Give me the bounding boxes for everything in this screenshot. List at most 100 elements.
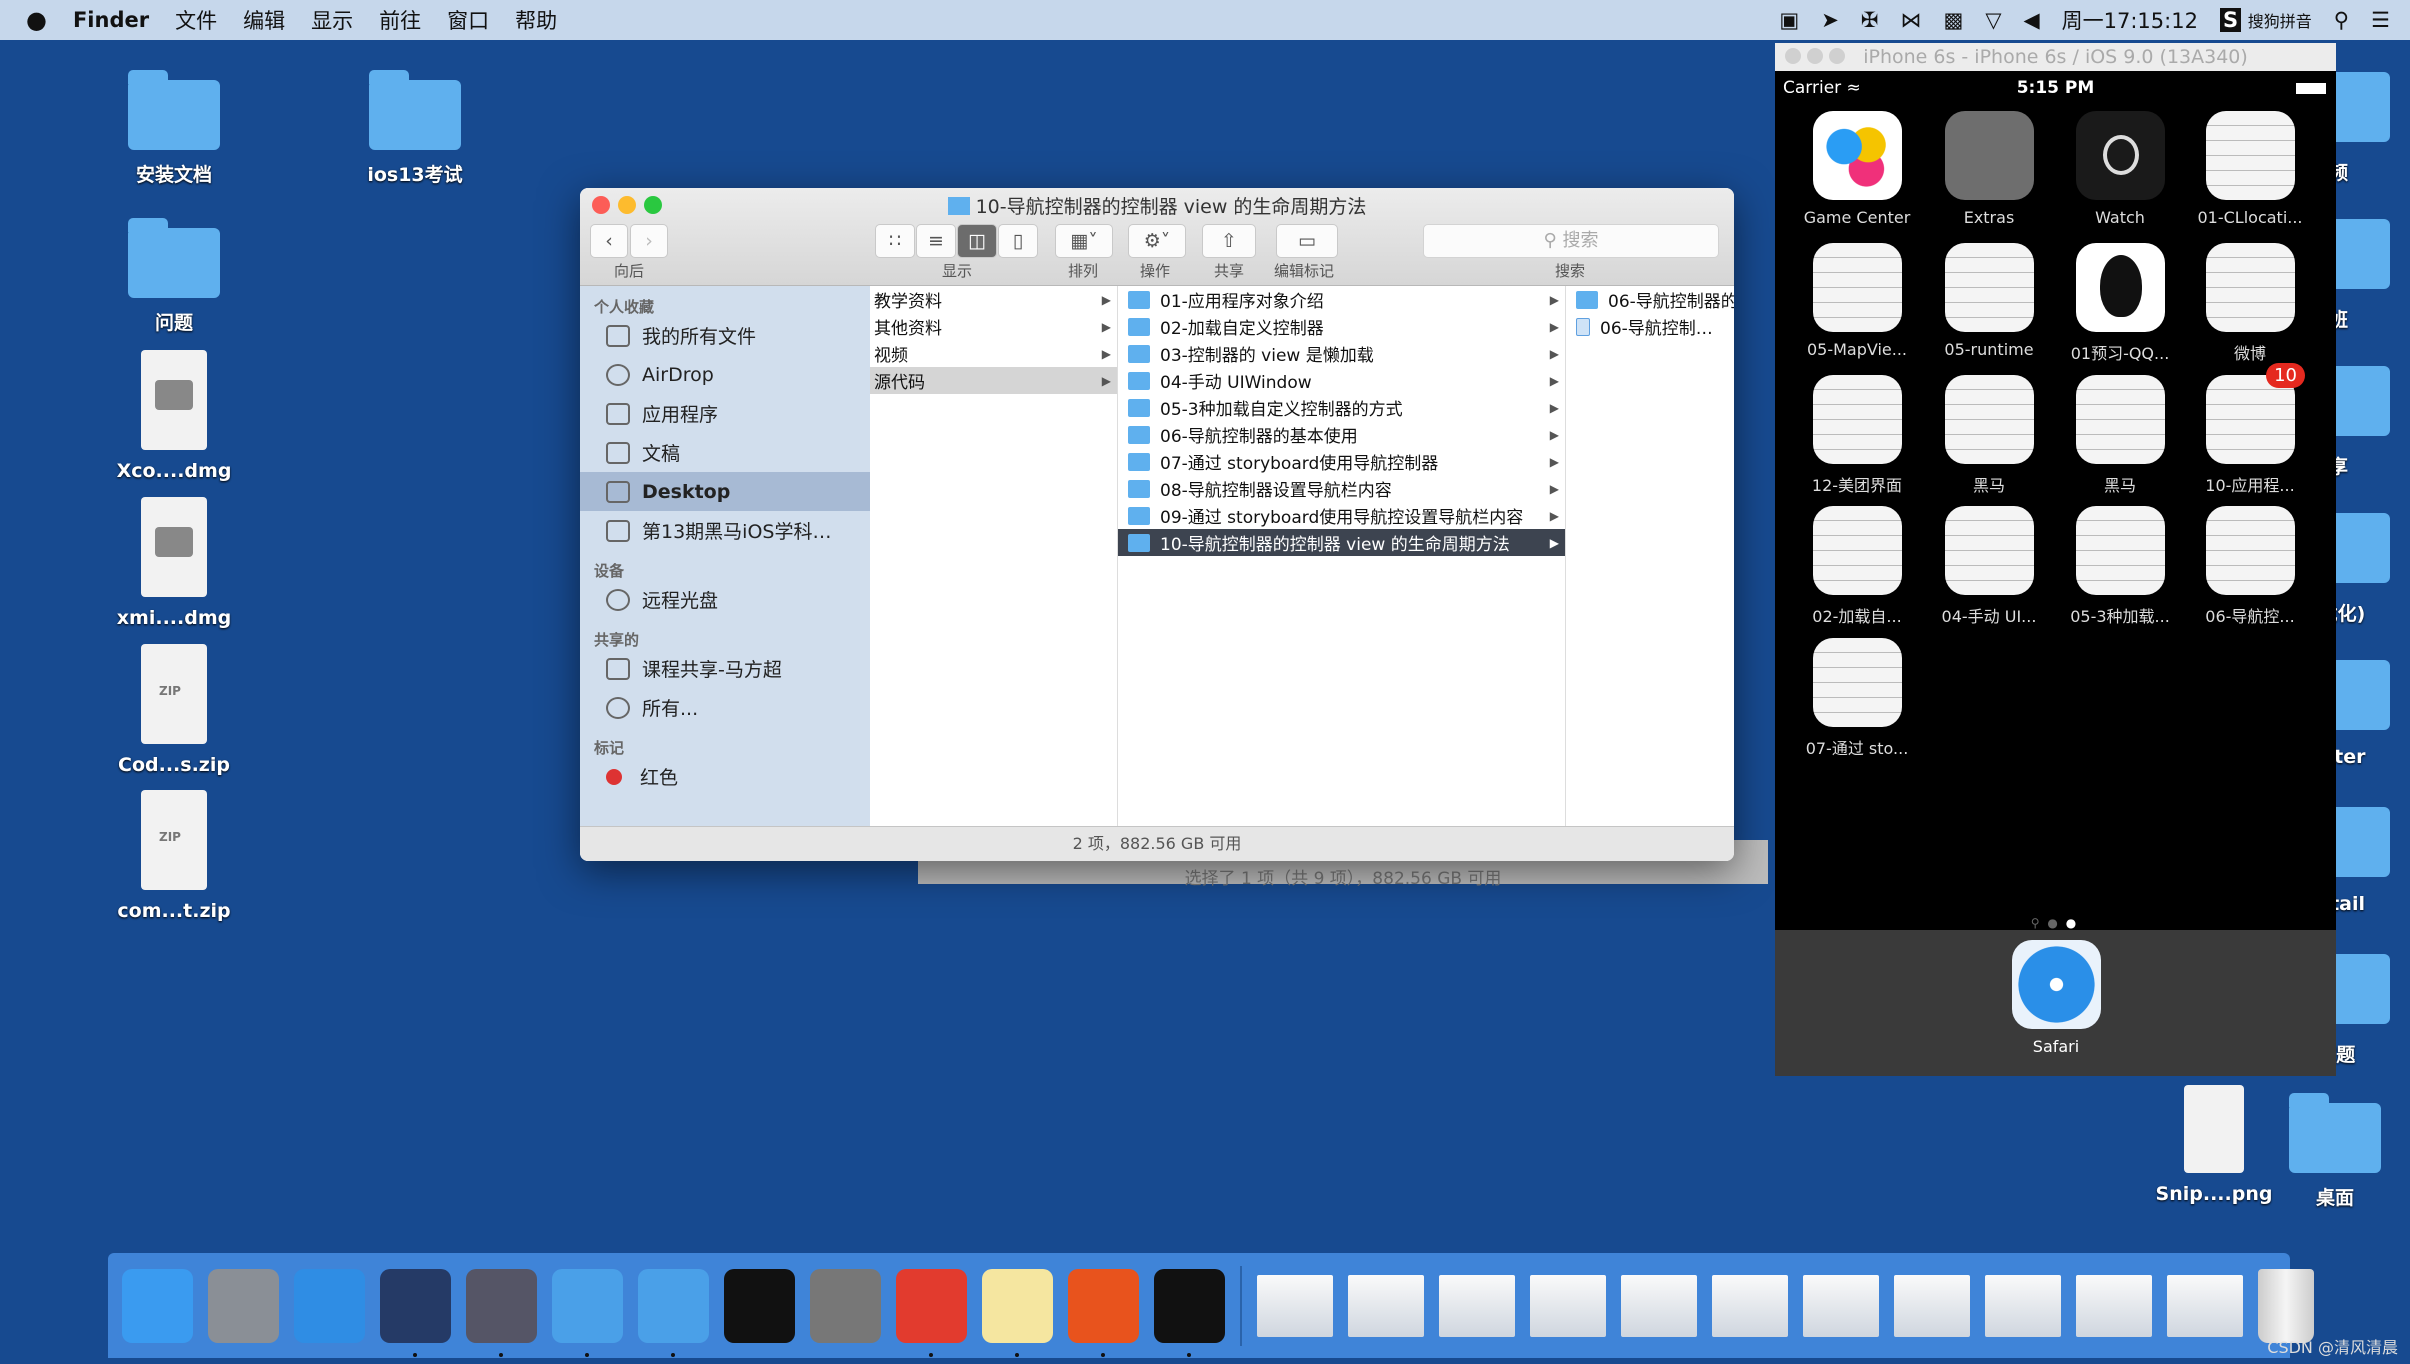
- column-item[interactable]: 07-通过 storyboard使用导航控制器 ▶: [1118, 448, 1565, 475]
- column-item[interactable]: 03-控制器的 view 是懒加载 ▶: [1118, 340, 1565, 367]
- column-item[interactable]: 01-应用程序对象介绍 ▶: [1118, 286, 1565, 313]
- ios-app[interactable]: 12-美团界面: [1792, 375, 1922, 496]
- sidebar-item[interactable]: 应用程序: [580, 394, 870, 433]
- column-item[interactable]: 视频 ▶: [870, 340, 1117, 367]
- menu-item[interactable]: 窗口: [447, 5, 489, 35]
- document-thumbnail-icon[interactable]: [1894, 1274, 1970, 1337]
- instruments-icon[interactable]: [638, 1268, 709, 1357]
- notification-center-icon[interactable]: ☰: [2371, 8, 2390, 32]
- document-thumbnail-icon[interactable]: [1803, 1274, 1879, 1337]
- document-thumbnail-icon[interactable]: [1712, 1274, 1788, 1337]
- sidebar-item[interactable]: 远程光盘: [580, 580, 870, 619]
- column-item[interactable]: 09-通过 storyboard使用导航控设置导航栏内容 ▶: [1118, 502, 1565, 529]
- column-item[interactable]: 05-3种加载自定义控制器的方式 ▶: [1118, 394, 1565, 421]
- ios-app[interactable]: 黑马: [2055, 375, 2185, 496]
- cover-flow-button[interactable]: ▯: [998, 224, 1038, 258]
- ios-app[interactable]: Extras: [1924, 111, 2054, 227]
- sidebar-item[interactable]: 所有...: [580, 688, 870, 727]
- menu-item[interactable]: 显示: [311, 5, 353, 35]
- ios-app[interactable]: 05-MapVie...: [1792, 243, 1922, 359]
- share-button[interactable]: ⇧: [1202, 224, 1256, 258]
- trash-icon[interactable]: [2258, 1268, 2314, 1343]
- desktop-icon[interactable]: ZIP Cod...s.zip: [94, 644, 254, 776]
- ios-app[interactable]: 微博: [2185, 243, 2315, 364]
- terminal-icon[interactable]: [724, 1268, 795, 1343]
- back-button[interactable]: ‹: [590, 224, 628, 258]
- desktop-icon[interactable]: Xco....dmg: [94, 350, 254, 482]
- spotlight-search-icon[interactable]: ⚲: [2334, 8, 2349, 32]
- document-thumbnail-icon[interactable]: [1257, 1274, 1333, 1337]
- desktop-icon[interactable]: ios13考试: [335, 66, 495, 187]
- menu-item[interactable]: 编辑: [243, 5, 285, 35]
- document-thumbnail-icon[interactable]: [2076, 1274, 2152, 1337]
- forward-button[interactable]: ›: [630, 224, 668, 258]
- minimize-button[interactable]: [1807, 48, 1823, 64]
- search-input[interactable]: ⚲ 搜索: [1423, 224, 1719, 258]
- zoom-button[interactable]: [1829, 48, 1845, 64]
- ios-app[interactable]: Watch: [2055, 111, 2185, 227]
- ios-app[interactable]: 10 10-应用程...: [2185, 363, 2315, 496]
- column-item[interactable]: 06-导航控制器的: [1566, 286, 1734, 313]
- bluetooth-icon[interactable]: ✠: [1861, 8, 1879, 32]
- ios-app[interactable]: 01预习-QQ...: [2055, 243, 2185, 364]
- document-thumbnail-icon[interactable]: [1985, 1274, 2061, 1337]
- desktop-icon[interactable]: xmi....dmg: [94, 497, 254, 629]
- sidebar-item[interactable]: 第13期黑马iOS学科…: [580, 511, 870, 550]
- photo-slideshow-icon[interactable]: [466, 1268, 537, 1357]
- sidebar-item[interactable]: 我的所有文件: [580, 316, 870, 355]
- menu-app-name[interactable]: Finder: [73, 8, 149, 32]
- clock[interactable]: 周一17:15:12: [2062, 5, 2198, 35]
- system-preferences-icon[interactable]: [810, 1268, 881, 1343]
- icon-view-button[interactable]: ∷: [875, 224, 915, 258]
- input-method[interactable]: S 搜狗拼音: [2219, 8, 2312, 32]
- ios-app[interactable]: 05-runtime: [1924, 243, 2054, 359]
- menu-item[interactable]: 帮助: [515, 5, 557, 35]
- sidebar-item[interactable]: 文稿: [580, 433, 870, 472]
- ios-app[interactable]: 01-CLlocati...: [2185, 111, 2315, 227]
- column-view-button[interactable]: ◫: [957, 224, 997, 258]
- column-item[interactable]: 04-手动 UIWindow ▶: [1118, 367, 1565, 394]
- mouse-icon[interactable]: [380, 1268, 451, 1357]
- network-icon[interactable]: ⋈: [1900, 8, 1921, 32]
- desktop-icon[interactable]: 安装文档: [94, 66, 254, 187]
- launchpad-icon[interactable]: [208, 1268, 279, 1343]
- safari-icon[interactable]: [294, 1268, 365, 1343]
- notes-icon[interactable]: [982, 1268, 1053, 1357]
- xcode-icon[interactable]: [552, 1268, 623, 1357]
- ios-app[interactable]: 02-加载自...: [1792, 506, 1922, 627]
- menu-item[interactable]: 前往: [379, 5, 421, 35]
- pages-icon[interactable]: [1068, 1268, 1139, 1357]
- xmind-icon[interactable]: [896, 1268, 967, 1357]
- action-gear-button[interactable]: ⚙˅: [1128, 224, 1186, 258]
- apple-menu-icon[interactable]: ●: [26, 6, 47, 34]
- sidebar-item[interactable]: Desktop: [580, 472, 870, 511]
- column-item[interactable]: 教学资料 ▶: [870, 286, 1117, 313]
- document-thumbnail-icon[interactable]: [1348, 1274, 1424, 1337]
- ios-app[interactable]: 05-3种加载...: [2055, 506, 2185, 627]
- close-button[interactable]: [1785, 48, 1801, 64]
- sidebar-item[interactable]: 红色: [580, 757, 870, 796]
- desktop-icon[interactable]: 问题: [94, 214, 254, 335]
- column-item[interactable]: 06-导航控制…: [1566, 313, 1734, 340]
- ios-app[interactable]: 06-导航控...: [2185, 506, 2315, 627]
- menu-item[interactable]: 文件: [175, 5, 217, 35]
- ios-dock-app[interactable]: Safari: [1991, 940, 2121, 1056]
- page-indicator[interactable]: ⚲ ● ●: [1775, 916, 2336, 930]
- sidebar-item[interactable]: 课程共享-马方超: [580, 649, 870, 688]
- list-view-button[interactable]: ≡: [916, 224, 956, 258]
- document-thumbnail-icon[interactable]: [1530, 1274, 1606, 1337]
- column-item[interactable]: 10-导航控制器的控制器 view 的生命周期方法 ▶: [1118, 529, 1565, 556]
- console-icon[interactable]: [1154, 1268, 1225, 1357]
- column-item[interactable]: 源代码 ▶: [870, 367, 1117, 394]
- document-thumbnail-icon[interactable]: [1439, 1274, 1515, 1337]
- document-thumbnail-icon[interactable]: [2167, 1274, 2243, 1337]
- desktop-icon[interactable]: ZIP com...t.zip: [94, 790, 254, 922]
- column-item[interactable]: 06-导航控制器的基本使用 ▶: [1118, 421, 1565, 448]
- sidebar-item[interactable]: AirDrop: [580, 355, 870, 394]
- screen-record-icon[interactable]: ▣: [1779, 8, 1799, 32]
- ios-app[interactable]: 黑马: [1924, 375, 2054, 496]
- column-item[interactable]: 08-导航控制器设置导航栏内容 ▶: [1118, 475, 1565, 502]
- wifi-icon[interactable]: ▽: [1985, 8, 2001, 32]
- column-item[interactable]: 02-加载自定义控制器 ▶: [1118, 313, 1565, 340]
- lock-icon[interactable]: ▩: [1943, 8, 1963, 32]
